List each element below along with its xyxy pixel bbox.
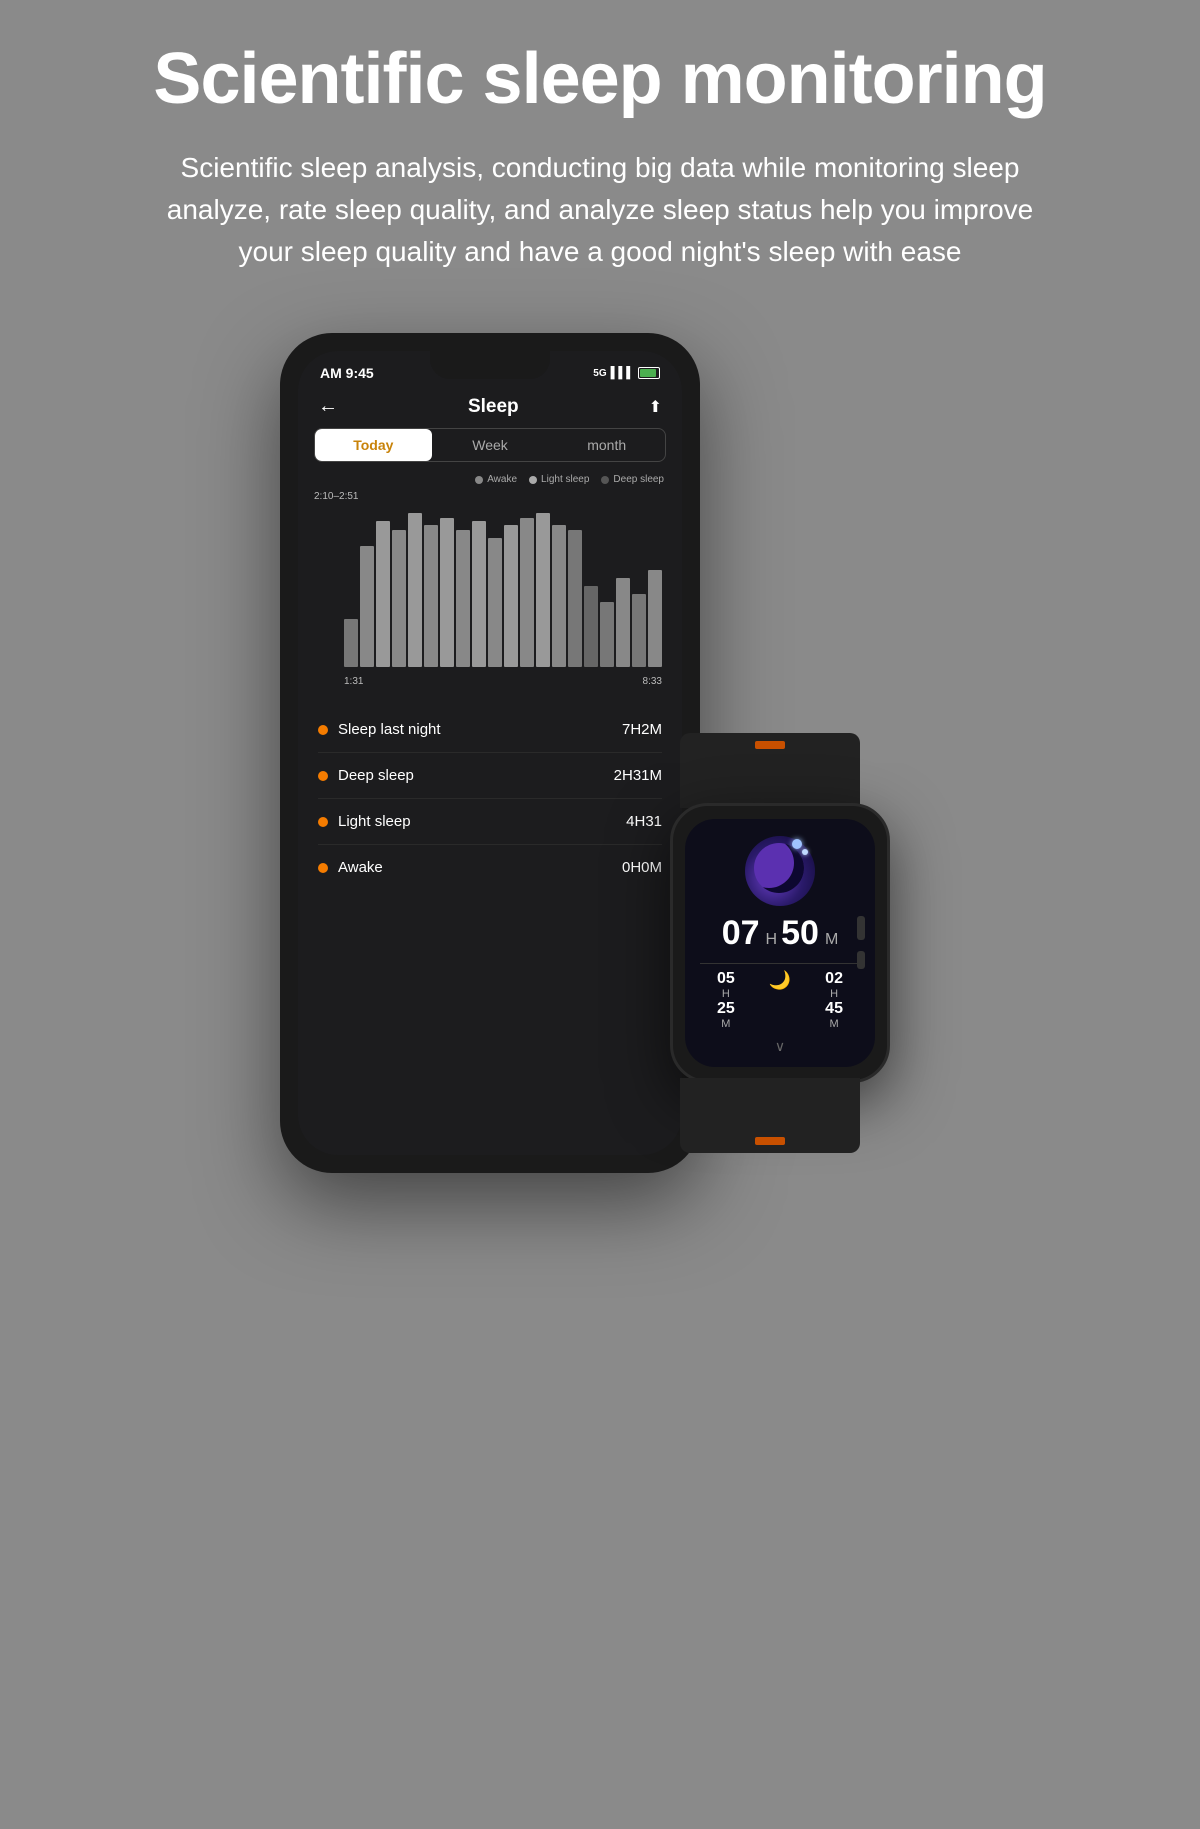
watch-sub2-minutes: 45	[825, 1000, 843, 1018]
app-title: Sleep	[338, 396, 649, 418]
stat-text-deep: Deep sleep	[338, 767, 414, 784]
stat-dot-deep	[318, 771, 328, 781]
legend-label-awake: Awake	[487, 474, 517, 485]
stat-dot-sleep	[318, 725, 328, 735]
subtitle: Scientific sleep analysis, conducting bi…	[150, 147, 1050, 273]
legend-light-sleep: Light sleep	[529, 474, 589, 485]
watch-moon-icon: 🌙	[769, 970, 791, 1030]
devices-container: AM 9:45 5G ▌▌▌ ← Sleep ⬆ Today Week	[60, 333, 1140, 1173]
stat-label-awake: Awake	[318, 859, 383, 876]
strap-buckle-top	[755, 741, 785, 749]
stat-sleep-last-night: Sleep last night 7H2M	[318, 707, 662, 753]
legend-dot-light	[529, 476, 537, 484]
status-time: AM 9:45	[320, 365, 374, 381]
stat-deep-sleep: Deep sleep 2H31M	[318, 753, 662, 799]
watch-sub-1: 05 H 25 M	[717, 970, 735, 1030]
watch-m-label: M	[825, 931, 838, 949]
tabs: Today Week month	[314, 428, 666, 462]
watch-sub1-m: M	[721, 1018, 730, 1030]
stat-light-sleep: Light sleep 4H31	[318, 799, 662, 845]
smartwatch: 07 H 50 M 05 H 25 M 🌙	[640, 733, 920, 1153]
watch-sub1-hours: 05	[717, 970, 735, 988]
sleep-chart: 2:10–2:51	[314, 491, 666, 691]
chart-time-labels: 1:31 8:33	[344, 676, 662, 687]
battery-fill	[640, 369, 656, 377]
watch-sub2-m: M	[829, 1018, 838, 1030]
app-header: ← Sleep ⬆	[298, 387, 682, 428]
share-button[interactable]: ⬆	[649, 397, 662, 417]
network-icon: 5G	[593, 368, 606, 379]
stat-text-sleep: Sleep last night	[338, 721, 441, 738]
stats-list: Sleep last night 7H2M Deep sleep 2H31M L…	[298, 691, 682, 906]
chart-time-start: 1:31	[344, 676, 363, 687]
watch-screen: 07 H 50 M 05 H 25 M 🌙	[685, 819, 875, 1067]
legend-awake: Awake	[475, 474, 517, 485]
phone-screen: AM 9:45 5G ▌▌▌ ← Sleep ⬆ Today Week	[298, 351, 682, 1155]
strap-top	[680, 733, 860, 808]
chart-time-end: 8:33	[643, 676, 662, 687]
watch-sub-times: 05 H 25 M 🌙 02 H 45 M	[700, 970, 860, 1030]
watch-sub2-hours: 02	[825, 970, 843, 988]
stat-text-awake: Awake	[338, 859, 383, 876]
legend-deep-sleep: Deep sleep	[601, 474, 664, 485]
phone-notch	[430, 351, 550, 379]
watch-chevron: ∨	[775, 1038, 785, 1055]
stat-label-deep: Deep sleep	[318, 767, 414, 784]
watch-divider	[700, 963, 860, 964]
legend-dot-deep	[601, 476, 609, 484]
stat-label-light: Light sleep	[318, 813, 411, 830]
stat-dot-light	[318, 817, 328, 827]
watch-body: 07 H 50 M 05 H 25 M 🌙	[670, 803, 890, 1083]
tab-today[interactable]: Today	[315, 429, 432, 461]
stat-text-light: Light sleep	[338, 813, 411, 830]
phone: AM 9:45 5G ▌▌▌ ← Sleep ⬆ Today Week	[280, 333, 700, 1173]
moon-crescent	[754, 843, 804, 893]
legend-label-light: Light sleep	[541, 474, 589, 485]
watch-sub2-h: H	[830, 988, 838, 1000]
strap-buckle-bottom	[755, 1137, 785, 1145]
strap-bottom	[680, 1078, 860, 1153]
legend-label-deep: Deep sleep	[613, 474, 664, 485]
watch-h-label: H	[766, 931, 778, 949]
watch-button-2[interactable]	[857, 951, 865, 969]
battery-icon	[638, 367, 660, 379]
status-icons: 5G ▌▌▌	[593, 367, 660, 379]
watch-sub1-minutes: 25	[717, 1000, 735, 1018]
stat-dot-awake-stat	[318, 863, 328, 873]
watch-main-time: 07 H 50 M	[722, 914, 839, 953]
watch-minutes: 50	[781, 914, 819, 953]
watch-sub1-h: H	[722, 988, 730, 1000]
main-title: Scientific sleep monitoring	[153, 40, 1046, 119]
chart-range-label: 2:10–2:51	[314, 491, 359, 502]
tab-month[interactable]: month	[548, 429, 665, 461]
watch-button-1[interactable]	[857, 916, 865, 940]
tab-week[interactable]: Week	[432, 429, 549, 461]
stat-awake: Awake 0H0M	[318, 845, 662, 890]
signal-icon: ▌▌▌	[611, 367, 634, 379]
watch-moon-graphic	[740, 831, 820, 908]
legend-dot-awake	[475, 476, 483, 484]
chart-legend: Awake Light sleep Deep sleep	[298, 474, 682, 491]
watch-sub-2: 02 H 45 M	[825, 970, 843, 1030]
stat-label-sleep: Sleep last night	[318, 721, 441, 738]
watch-hours: 07	[722, 914, 760, 953]
chart-bars	[344, 505, 662, 667]
back-button[interactable]: ←	[318, 395, 338, 418]
